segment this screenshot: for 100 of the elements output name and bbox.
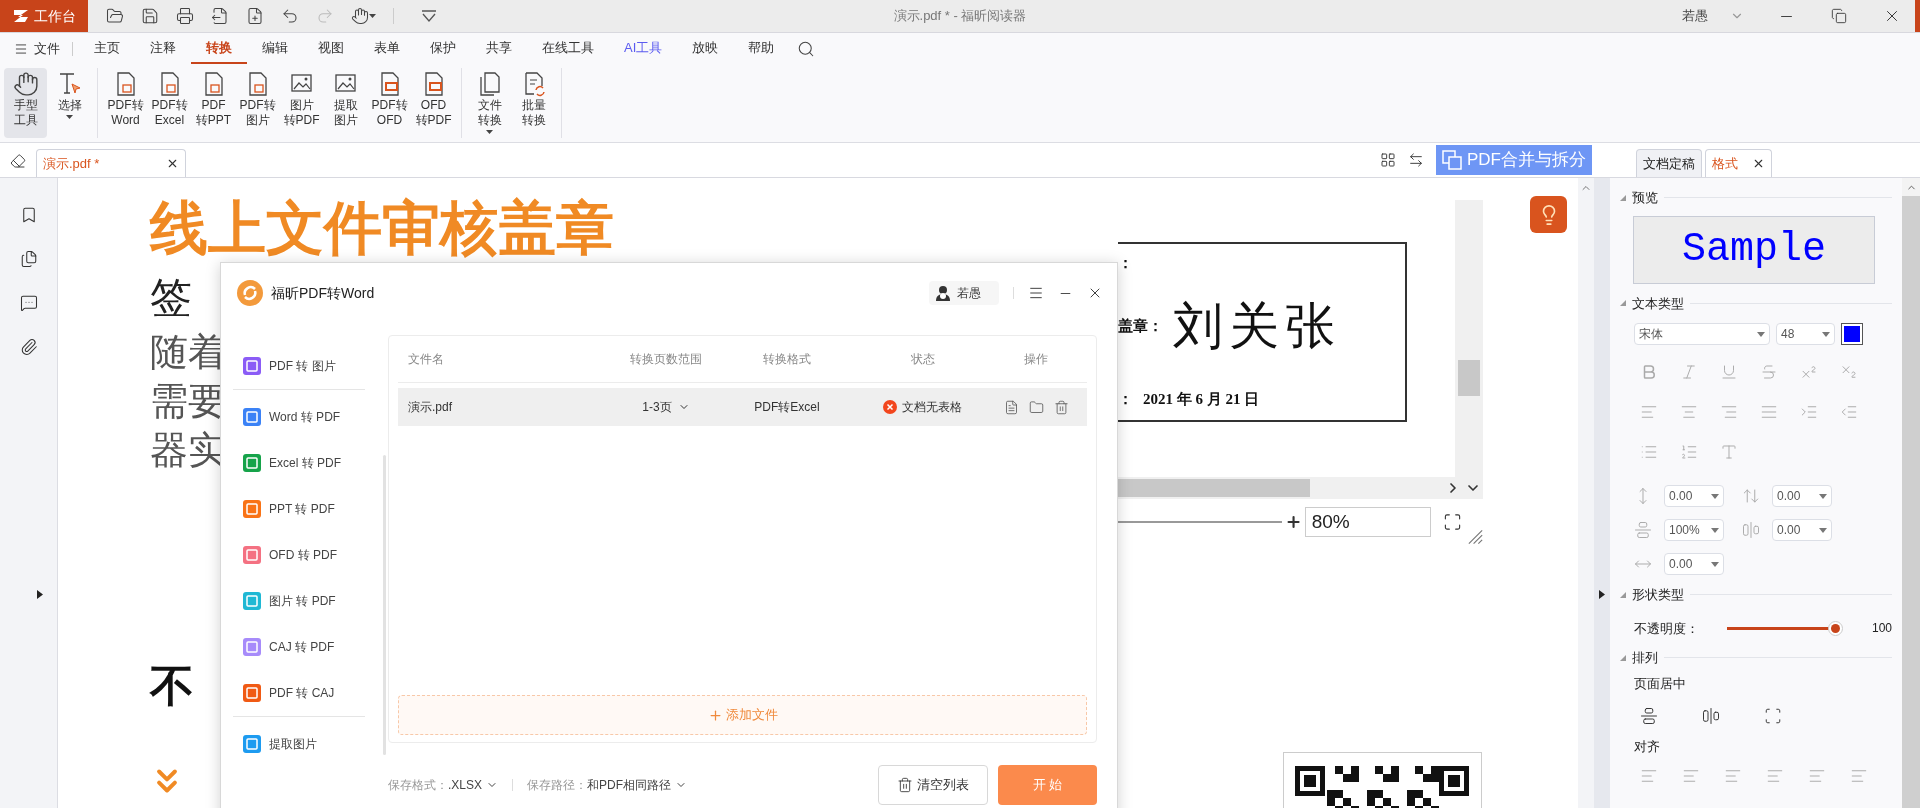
dropdown[interactable]: 48 <box>1776 323 1835 345</box>
lightbulb-button[interactable] <box>1530 196 1567 233</box>
menu-tab[interactable]: 帮助 <box>733 33 790 64</box>
collapse-panel-icon[interactable] <box>1599 590 1605 599</box>
swap-icon[interactable] <box>1408 152 1424 168</box>
nav-item[interactable]: CAJ 转 PDF <box>233 624 365 670</box>
collapse-icon[interactable] <box>1620 591 1626 598</box>
close-icon[interactable] <box>166 157 179 170</box>
ribbon-button[interactable]: 批量 转换 <box>512 68 555 138</box>
file-row[interactable]: 演示.pdf 1-3页 PDF转Excel 文档无表格 <box>398 388 1087 426</box>
file-export-icon[interactable] <box>211 7 229 25</box>
scrollbar-thumb[interactable] <box>1118 479 1310 497</box>
nav-item[interactable]: OFD 转 PDF <box>233 532 365 578</box>
user-name[interactable]: 若愚 <box>1682 6 1708 26</box>
save-icon[interactable] <box>141 7 159 25</box>
subsection-label: 对齐 <box>1634 738 1661 756</box>
comment-icon[interactable] <box>19 294 38 312</box>
search-icon[interactable] <box>797 39 816 58</box>
fit-icon[interactable] <box>1442 512 1462 532</box>
menu-tab[interactable]: AI工具 <box>609 33 678 64</box>
trash-icon[interactable] <box>1053 399 1069 415</box>
ribbon-button[interactable]: PDF转 图片 <box>236 68 279 138</box>
menu-tab[interactable]: 在线工具 <box>527 33 609 64</box>
field-label: 盖章： <box>1118 316 1163 336</box>
menu-tab[interactable]: 主页 <box>79 33 135 64</box>
dropdown[interactable]: 0.00 <box>1664 553 1724 575</box>
clear-list-button[interactable]: 清空列表 <box>878 765 988 805</box>
caret-icon <box>1757 331 1765 337</box>
panel-tab[interactable]: 格式 <box>1705 149 1772 177</box>
save-path-select[interactable]: 和PDF相同路径 <box>587 776 688 794</box>
ribbon-button[interactable]: 图片 转PDF <box>280 68 323 138</box>
logo-icon <box>12 8 29 24</box>
user-badge[interactable]: 若愚 <box>929 281 999 305</box>
ribbon-button[interactable]: PDF 转PPT <box>192 68 235 138</box>
ribbon-button[interactable]: OFD 转PDF <box>412 68 455 138</box>
nav-item[interactable]: 图片 转 PDF <box>233 578 365 624</box>
menu-tab[interactable]: 视图 <box>303 33 359 64</box>
ribbon-button[interactable]: 文件 转换 <box>468 68 511 138</box>
menu-icon[interactable] <box>1028 285 1044 301</box>
expand-icon[interactable] <box>37 590 43 599</box>
center-horizontal-icon[interactable] <box>1702 707 1720 725</box>
close-icon[interactable] <box>1752 157 1765 170</box>
text-offset-icon <box>1742 521 1760 539</box>
save-format-select[interactable]: .XLSX <box>448 776 499 794</box>
menu-tab[interactable]: 注释 <box>135 33 191 64</box>
dropdown[interactable]: 宋体 <box>1634 323 1770 345</box>
nav-item[interactable]: PPT 转 PDF <box>233 486 365 532</box>
collapse-icon[interactable] <box>1620 194 1626 201</box>
ribbon-button[interactable]: PDF转 OFD <box>368 68 411 138</box>
ribbon-button[interactable]: 手型 工具 <box>4 68 47 138</box>
panel-tab[interactable]: 文档定稿 <box>1636 149 1702 177</box>
ribbon-button[interactable]: 提取 图片 <box>324 68 367 138</box>
eraser-icon[interactable] <box>10 153 26 169</box>
page-range-select[interactable]: 1-3页 <box>642 398 690 416</box>
center-both-icon[interactable] <box>1764 707 1782 725</box>
ribbon-button[interactable]: PDF转 Excel <box>148 68 191 138</box>
undo-icon[interactable] <box>281 7 299 25</box>
avatar-icon <box>935 285 951 301</box>
document-icon[interactable] <box>1003 399 1019 415</box>
menu-tab[interactable]: 表单 <box>359 33 415 64</box>
folder-icon[interactable] <box>1028 399 1044 415</box>
ribbon-button[interactable]: 选择 <box>48 68 91 138</box>
nav-item[interactable]: Word 转 PDF <box>233 394 365 440</box>
file-plus-icon[interactable] <box>246 7 264 25</box>
nav-item[interactable]: 提取图片 <box>233 721 365 767</box>
printer-icon[interactable] <box>176 7 194 25</box>
attachment-icon[interactable] <box>19 338 38 356</box>
collapse-icon[interactable] <box>1620 654 1626 661</box>
color-swatch[interactable] <box>1841 323 1863 345</box>
grid-view-icon[interactable] <box>1380 152 1396 168</box>
pages-icon[interactable] <box>19 250 38 268</box>
restore-icon[interactable] <box>1831 8 1847 24</box>
dialog-title: 福昕PDF转Word <box>271 283 375 303</box>
tile-icon <box>243 357 261 375</box>
hand-dropdown-icon[interactable] <box>351 7 376 25</box>
dropdown[interactable]: 100% <box>1664 519 1724 541</box>
paragraph-line: 需要 <box>150 379 226 424</box>
dropdown[interactable]: 0.00 <box>1772 485 1832 507</box>
folder-icon[interactable] <box>106 7 124 25</box>
center-vertical-icon[interactable] <box>1640 707 1658 725</box>
file-menu[interactable]: 文件 <box>14 38 72 59</box>
zoom-field[interactable]: 80% <box>1304 507 1431 537</box>
menu-tab[interactable]: 编辑 <box>247 33 303 64</box>
sample-text: Sample <box>1682 225 1826 274</box>
tile-icon <box>243 638 261 656</box>
nav-item[interactable]: Excel 转 PDF <box>233 440 365 486</box>
menu-tab[interactable]: 保护 <box>415 33 471 64</box>
trash-icon <box>897 777 913 793</box>
menu-tab[interactable]: 共享 <box>471 33 527 64</box>
workbench-button[interactable]: 工作台 <box>0 0 88 32</box>
document-tab[interactable]: 演示.pdf * <box>36 149 186 177</box>
customize-icon[interactable] <box>421 10 437 22</box>
nav-item[interactable]: PDF 转 CAJ <box>233 670 365 716</box>
collapse-icon[interactable] <box>1620 300 1626 307</box>
nav-item[interactable]: PDF 转 图片 <box>233 343 365 389</box>
dropdown[interactable]: 0.00 <box>1664 485 1724 507</box>
ribbon-button[interactable]: PDF转 Word <box>104 68 147 138</box>
dropdown[interactable]: 0.00 <box>1772 519 1832 541</box>
paragraph-spacing-icon <box>1742 487 1760 505</box>
menu-tab[interactable]: 放映 <box>677 33 734 64</box>
